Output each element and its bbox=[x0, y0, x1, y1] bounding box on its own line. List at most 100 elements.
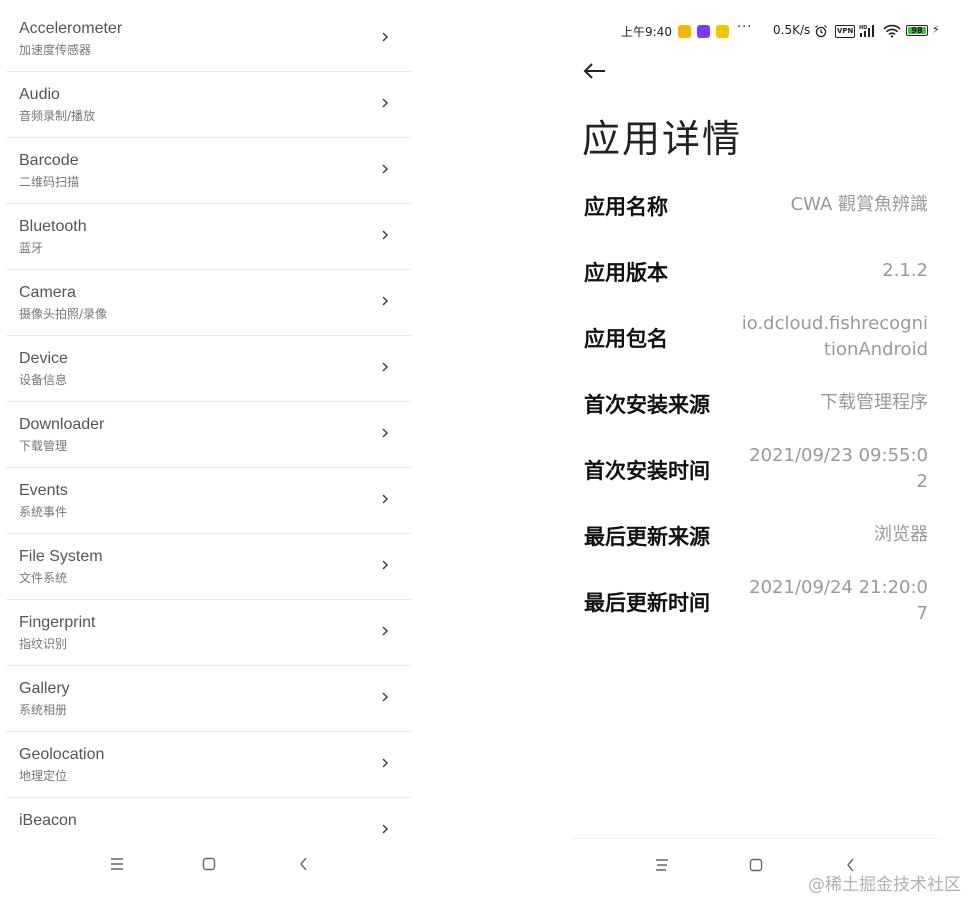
app-details-screen: 上午9:40 ··· 0.5K/s VPN HD 98 ⚡ 应用详情 应用名称 … bbox=[572, 0, 974, 899]
detail-label: 应用版本 bbox=[584, 261, 668, 285]
chevron-right-icon bbox=[382, 296, 389, 306]
chevron-right-icon bbox=[382, 428, 389, 438]
api-item-subtitle: 系统相册 bbox=[19, 703, 68, 717]
network-speed: 0.5K/s bbox=[773, 23, 811, 37]
api-list: Accelerometer 加速度传感器 Audio 音频录制/播放 Barcode 二维… bbox=[6, 6, 412, 836]
api-list-item[interactable]: Audio 音频录制/播放 bbox=[6, 72, 412, 138]
detail-row: 首次安装时间 2021/09/23 09:55:02 bbox=[572, 436, 942, 502]
api-item-subtitle: 加速度传感器 bbox=[19, 43, 92, 57]
api-item-title: iBeacon bbox=[19, 812, 77, 829]
detail-row: 应用版本 2.1.2 bbox=[572, 238, 942, 304]
chevron-right-icon bbox=[382, 32, 389, 42]
api-item-subtitle: 文件系统 bbox=[19, 571, 68, 585]
detail-label: 最后更新时间 bbox=[584, 591, 710, 615]
api-item-title: Geolocation bbox=[19, 746, 105, 763]
chevron-right-icon bbox=[382, 692, 389, 702]
detail-value: 下载管理程序 bbox=[820, 392, 928, 413]
api-item-title: Events bbox=[19, 482, 68, 499]
api-item-subtitle: 地理定位 bbox=[19, 769, 68, 783]
menu-icon[interactable] bbox=[105, 852, 129, 876]
detail-label: 应用名称 bbox=[584, 195, 668, 219]
api-item-title: Audio bbox=[19, 86, 60, 103]
chevron-right-icon bbox=[382, 494, 389, 504]
detail-row: 应用包名 io.dcloud.fishrecognitionAndroid bbox=[572, 304, 942, 370]
detail-value: io.dcloud.fishrecognitionAndroid bbox=[741, 313, 928, 360]
api-item-subtitle: 下载管理 bbox=[19, 439, 68, 453]
api-item-title: Downloader bbox=[19, 416, 105, 433]
detail-label: 最后更新来源 bbox=[584, 525, 710, 549]
vpn-icon: VPN bbox=[835, 25, 856, 38]
api-item-subtitle: 摄像头拍照/录像 bbox=[19, 307, 108, 321]
api-list-item[interactable]: Device 设备信息 bbox=[6, 336, 412, 402]
notification-app-icon bbox=[678, 25, 691, 38]
status-time: 上午9:40 bbox=[621, 25, 672, 39]
api-item-subtitle: 音频录制/播放 bbox=[19, 109, 96, 123]
battery-icon: 98 bbox=[906, 25, 928, 36]
api-list-screen: Accelerometer 加速度传感器 Audio 音频录制/播放 Barcode 二维… bbox=[0, 0, 420, 899]
notification-app-icon bbox=[716, 25, 729, 38]
detail-value: 2021/09/24 21:20:07 bbox=[749, 577, 928, 624]
page-title: 应用详情 bbox=[582, 117, 743, 161]
api-list-item[interactable]: Bluetooth 蓝牙 bbox=[6, 204, 412, 270]
api-item-subtitle: 设备信息 bbox=[19, 373, 68, 387]
api-item-subtitle: 系统事件 bbox=[19, 505, 68, 519]
detail-row: 最后更新时间 2021/09/24 21:20:07 bbox=[572, 568, 942, 634]
detail-label: 首次安装来源 bbox=[584, 393, 710, 417]
more-notifications-icon: ··· bbox=[737, 20, 753, 35]
detail-value: CWA 觀賞魚辨識 bbox=[790, 194, 928, 215]
detail-label: 首次安装时间 bbox=[584, 459, 710, 483]
chevron-right-icon bbox=[382, 626, 389, 636]
api-list-item[interactable]: Geolocation 地理定位 bbox=[6, 732, 412, 798]
battery-level: 98 bbox=[911, 26, 923, 35]
api-list-item[interactable]: Downloader 下载管理 bbox=[6, 402, 412, 468]
api-list-item[interactable]: File System 文件系统 bbox=[6, 534, 412, 600]
detail-value: 浏览器 bbox=[874, 524, 928, 545]
api-list-item[interactable]: Events 系统事件 bbox=[6, 468, 412, 534]
svg-text:HD: HD bbox=[859, 25, 867, 31]
back-icon[interactable] bbox=[292, 852, 316, 876]
home-icon[interactable] bbox=[197, 852, 221, 876]
api-item-title: Accelerometer bbox=[19, 20, 123, 37]
api-item-title: Barcode bbox=[19, 152, 79, 169]
api-item-subtitle: 蓝牙 bbox=[19, 241, 44, 255]
detail-row: 应用名称 CWA 觀賞魚辨識 bbox=[572, 172, 942, 238]
home-icon[interactable] bbox=[744, 853, 768, 877]
watermark: @稀土掘金技术社区 bbox=[808, 875, 961, 895]
detail-value: 2.1.2 bbox=[882, 260, 928, 281]
charging-icon: ⚡ bbox=[932, 23, 940, 36]
api-item-subtitle: 二维码扫描 bbox=[19, 175, 80, 189]
api-item-title: Fingerprint bbox=[19, 614, 96, 631]
api-list-item[interactable]: Gallery 系统相册 bbox=[6, 666, 412, 732]
api-item-subtitle: 指纹识别 bbox=[19, 637, 68, 651]
menu-icon[interactable] bbox=[650, 853, 674, 877]
app-details-list: 应用名称 CWA 觀賞魚辨識应用版本 2.1.2 应用包名 io.dcloud.fish… bbox=[572, 172, 942, 634]
chevron-right-icon bbox=[382, 824, 389, 834]
chevron-right-icon bbox=[382, 560, 389, 570]
chevron-right-icon bbox=[382, 758, 389, 768]
status-bar: 上午9:40 ··· 0.5K/s VPN HD 98 ⚡ bbox=[572, 20, 942, 42]
signal-icon: HD bbox=[859, 25, 874, 37]
back-button[interactable] bbox=[582, 60, 608, 82]
api-list-item[interactable]: Accelerometer 加速度传感器 bbox=[6, 6, 412, 72]
detail-row: 首次安装来源 下载管理程序 bbox=[572, 370, 942, 436]
api-list-item[interactable]: Fingerprint 指纹识别 bbox=[6, 600, 412, 666]
detail-label: 应用包名 bbox=[584, 327, 668, 351]
api-item-title: Bluetooth bbox=[19, 218, 87, 235]
chevron-right-icon bbox=[382, 164, 389, 174]
detail-row: 最后更新来源 浏览器 bbox=[572, 502, 942, 568]
left-navigation-bar bbox=[0, 838, 420, 883]
wifi-icon bbox=[883, 24, 901, 38]
api-item-title: Device bbox=[19, 350, 68, 367]
api-item-title: Camera bbox=[19, 284, 76, 301]
api-list-item[interactable]: Camera 摄像头拍照/录像 bbox=[6, 270, 412, 336]
notification-app-icon bbox=[697, 25, 710, 38]
alarm-icon bbox=[815, 25, 827, 38]
api-item-title: Gallery bbox=[19, 680, 70, 697]
api-list-item[interactable]: iBeacon bbox=[6, 798, 412, 836]
chevron-right-icon bbox=[382, 98, 389, 108]
api-item-title: File System bbox=[19, 548, 103, 565]
chevron-right-icon bbox=[382, 362, 389, 372]
detail-value: 2021/09/23 09:55:02 bbox=[749, 445, 928, 492]
chevron-right-icon bbox=[382, 230, 389, 240]
api-list-item[interactable]: Barcode 二维码扫描 bbox=[6, 138, 412, 204]
